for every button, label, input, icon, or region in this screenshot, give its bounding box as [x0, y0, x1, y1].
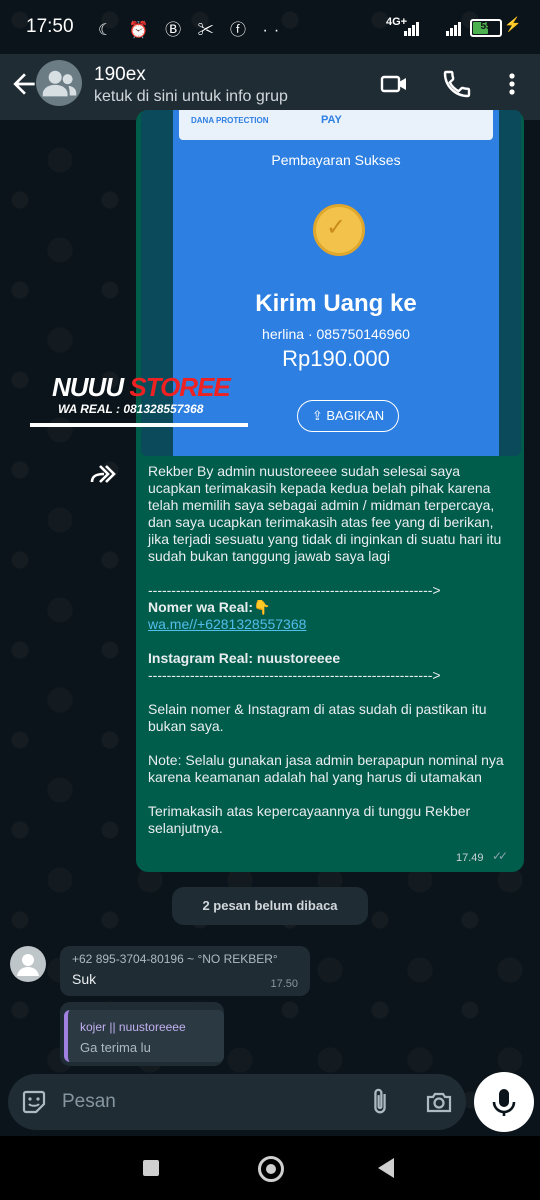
share-icon: ⇪ [311, 408, 327, 423]
sticker-icon[interactable] [20, 1088, 48, 1116]
battery-percent: 55 [480, 21, 492, 32]
payment-headline: Kirim Uang ke [255, 290, 417, 317]
incoming-sender[interactable]: +62 895-3704-80196 ~ °NO REKBER° [72, 952, 278, 966]
home-icon-dot [266, 1164, 276, 1174]
message-paragraph-2: Selain nomer & Instagram di atas sudah d… [148, 701, 491, 734]
quoted-sender: kojer || nuustoreeee [80, 1020, 186, 1034]
payment-amount: Rp190.000 [282, 346, 390, 371]
message-composer [8, 1074, 466, 1130]
dana-top-bar: DANA PROTECTION PAY [179, 110, 493, 140]
outgoing-message-text: Rekber By admin nuustoreeee sudah selesa… [148, 463, 514, 854]
read-ticks-icon: ✓✓ [492, 849, 508, 863]
incoming-text: Suk [72, 971, 97, 987]
home-icon[interactable] [258, 1156, 284, 1182]
message-paragraph-3: Note: Selalu gunakan jasa admin berapapu… [148, 752, 508, 785]
watermark-wa-number: WA REAL : 081328557368 [58, 402, 204, 416]
dana-pay-label: PAY [321, 114, 342, 126]
quoted-message[interactable]: kojer || nuustoreeee Ga terima lu [64, 1010, 224, 1062]
battery-icon: 55 [470, 19, 502, 37]
dana-protection-label: DANA PROTECTION [191, 116, 269, 125]
share-button: ⇪ BAGIKAN [297, 400, 399, 432]
quoted-text: Ga terima lu [80, 1040, 151, 1055]
incoming-time: 17.50 [270, 978, 298, 990]
dana-payment-screen: DANA PROTECTION PAY Pembayaran Sukses ✓ … [173, 110, 499, 456]
instagram-label: Instagram Real: nuustoreeee [148, 650, 341, 666]
share-label: BAGIKAN [326, 408, 385, 423]
unread-banner: 2 pesan belum dibaca [172, 887, 368, 925]
incoming-reply-bubble[interactable]: kojer || nuustoreeee Ga terima lu [60, 1002, 224, 1066]
nav-back-icon[interactable] [378, 1158, 394, 1178]
group-avatar[interactable] [36, 60, 82, 106]
paperclip-icon[interactable] [366, 1086, 394, 1118]
video-call-icon[interactable] [378, 68, 410, 100]
recents-icon[interactable] [143, 1160, 159, 1176]
signal-icon-2 [446, 18, 466, 36]
charging-icon: ⚡ [504, 16, 522, 32]
camera-icon[interactable] [424, 1088, 454, 1116]
wa-label: Nomer wa Real:👇 [148, 599, 271, 615]
success-coin-icon: ✓ [313, 204, 365, 256]
group-icon [42, 70, 77, 97]
wa-link[interactable]: wa.me//+6281328557368 [148, 616, 306, 632]
check-icon: ✓ [326, 214, 347, 241]
android-nav-bar [0, 1136, 540, 1200]
message-input[interactable] [60, 1086, 344, 1118]
group-name[interactable]: 190ex [94, 64, 146, 86]
watermark-brand-a: NUUU [52, 372, 124, 402]
payment-recipient: herlina · 085750146960 [262, 326, 410, 342]
forward-icon[interactable] [88, 460, 120, 488]
message-divider-2: ----------------------------------------… [148, 667, 441, 683]
status-bar: 17:50 ☾ ⏰ Ⓑ ✂ ⓕ ·· 4G+ 55 ⚡ [0, 0, 540, 54]
message-paragraph: Rekber By admin nuustoreeee sudah selesa… [148, 463, 506, 564]
mic-icon [492, 1089, 516, 1116]
payment-status: Pembayaran Sukses [271, 152, 401, 168]
message-divider: ----------------------------------------… [148, 582, 441, 598]
message-time: 17.49 [456, 852, 484, 864]
message-paragraph-4: Terimakasih atas kepercayaannya di tungg… [148, 803, 475, 836]
phone-icon[interactable] [441, 68, 473, 100]
more-vert-icon[interactable] [496, 68, 528, 100]
incoming-message-bubble[interactable]: +62 895-3704-80196 ~ °NO REKBER° Suk 17.… [60, 946, 310, 996]
group-info-hint[interactable]: ketuk di sini untuk info grup [94, 88, 288, 106]
watermark-logo: NUUU STOREE [52, 372, 231, 403]
person-icon [17, 954, 39, 976]
sender-avatar[interactable] [10, 946, 46, 982]
voice-record-button[interactable] [474, 1072, 534, 1132]
watermark-brand-b: STOREE [123, 372, 230, 402]
status-time: 17:50 [26, 16, 74, 37]
status-notification-icons: ☾ ⏰ Ⓑ ✂ ⓕ ·· [98, 22, 286, 39]
watermark-underline [30, 423, 248, 427]
signal-icon [404, 18, 424, 36]
